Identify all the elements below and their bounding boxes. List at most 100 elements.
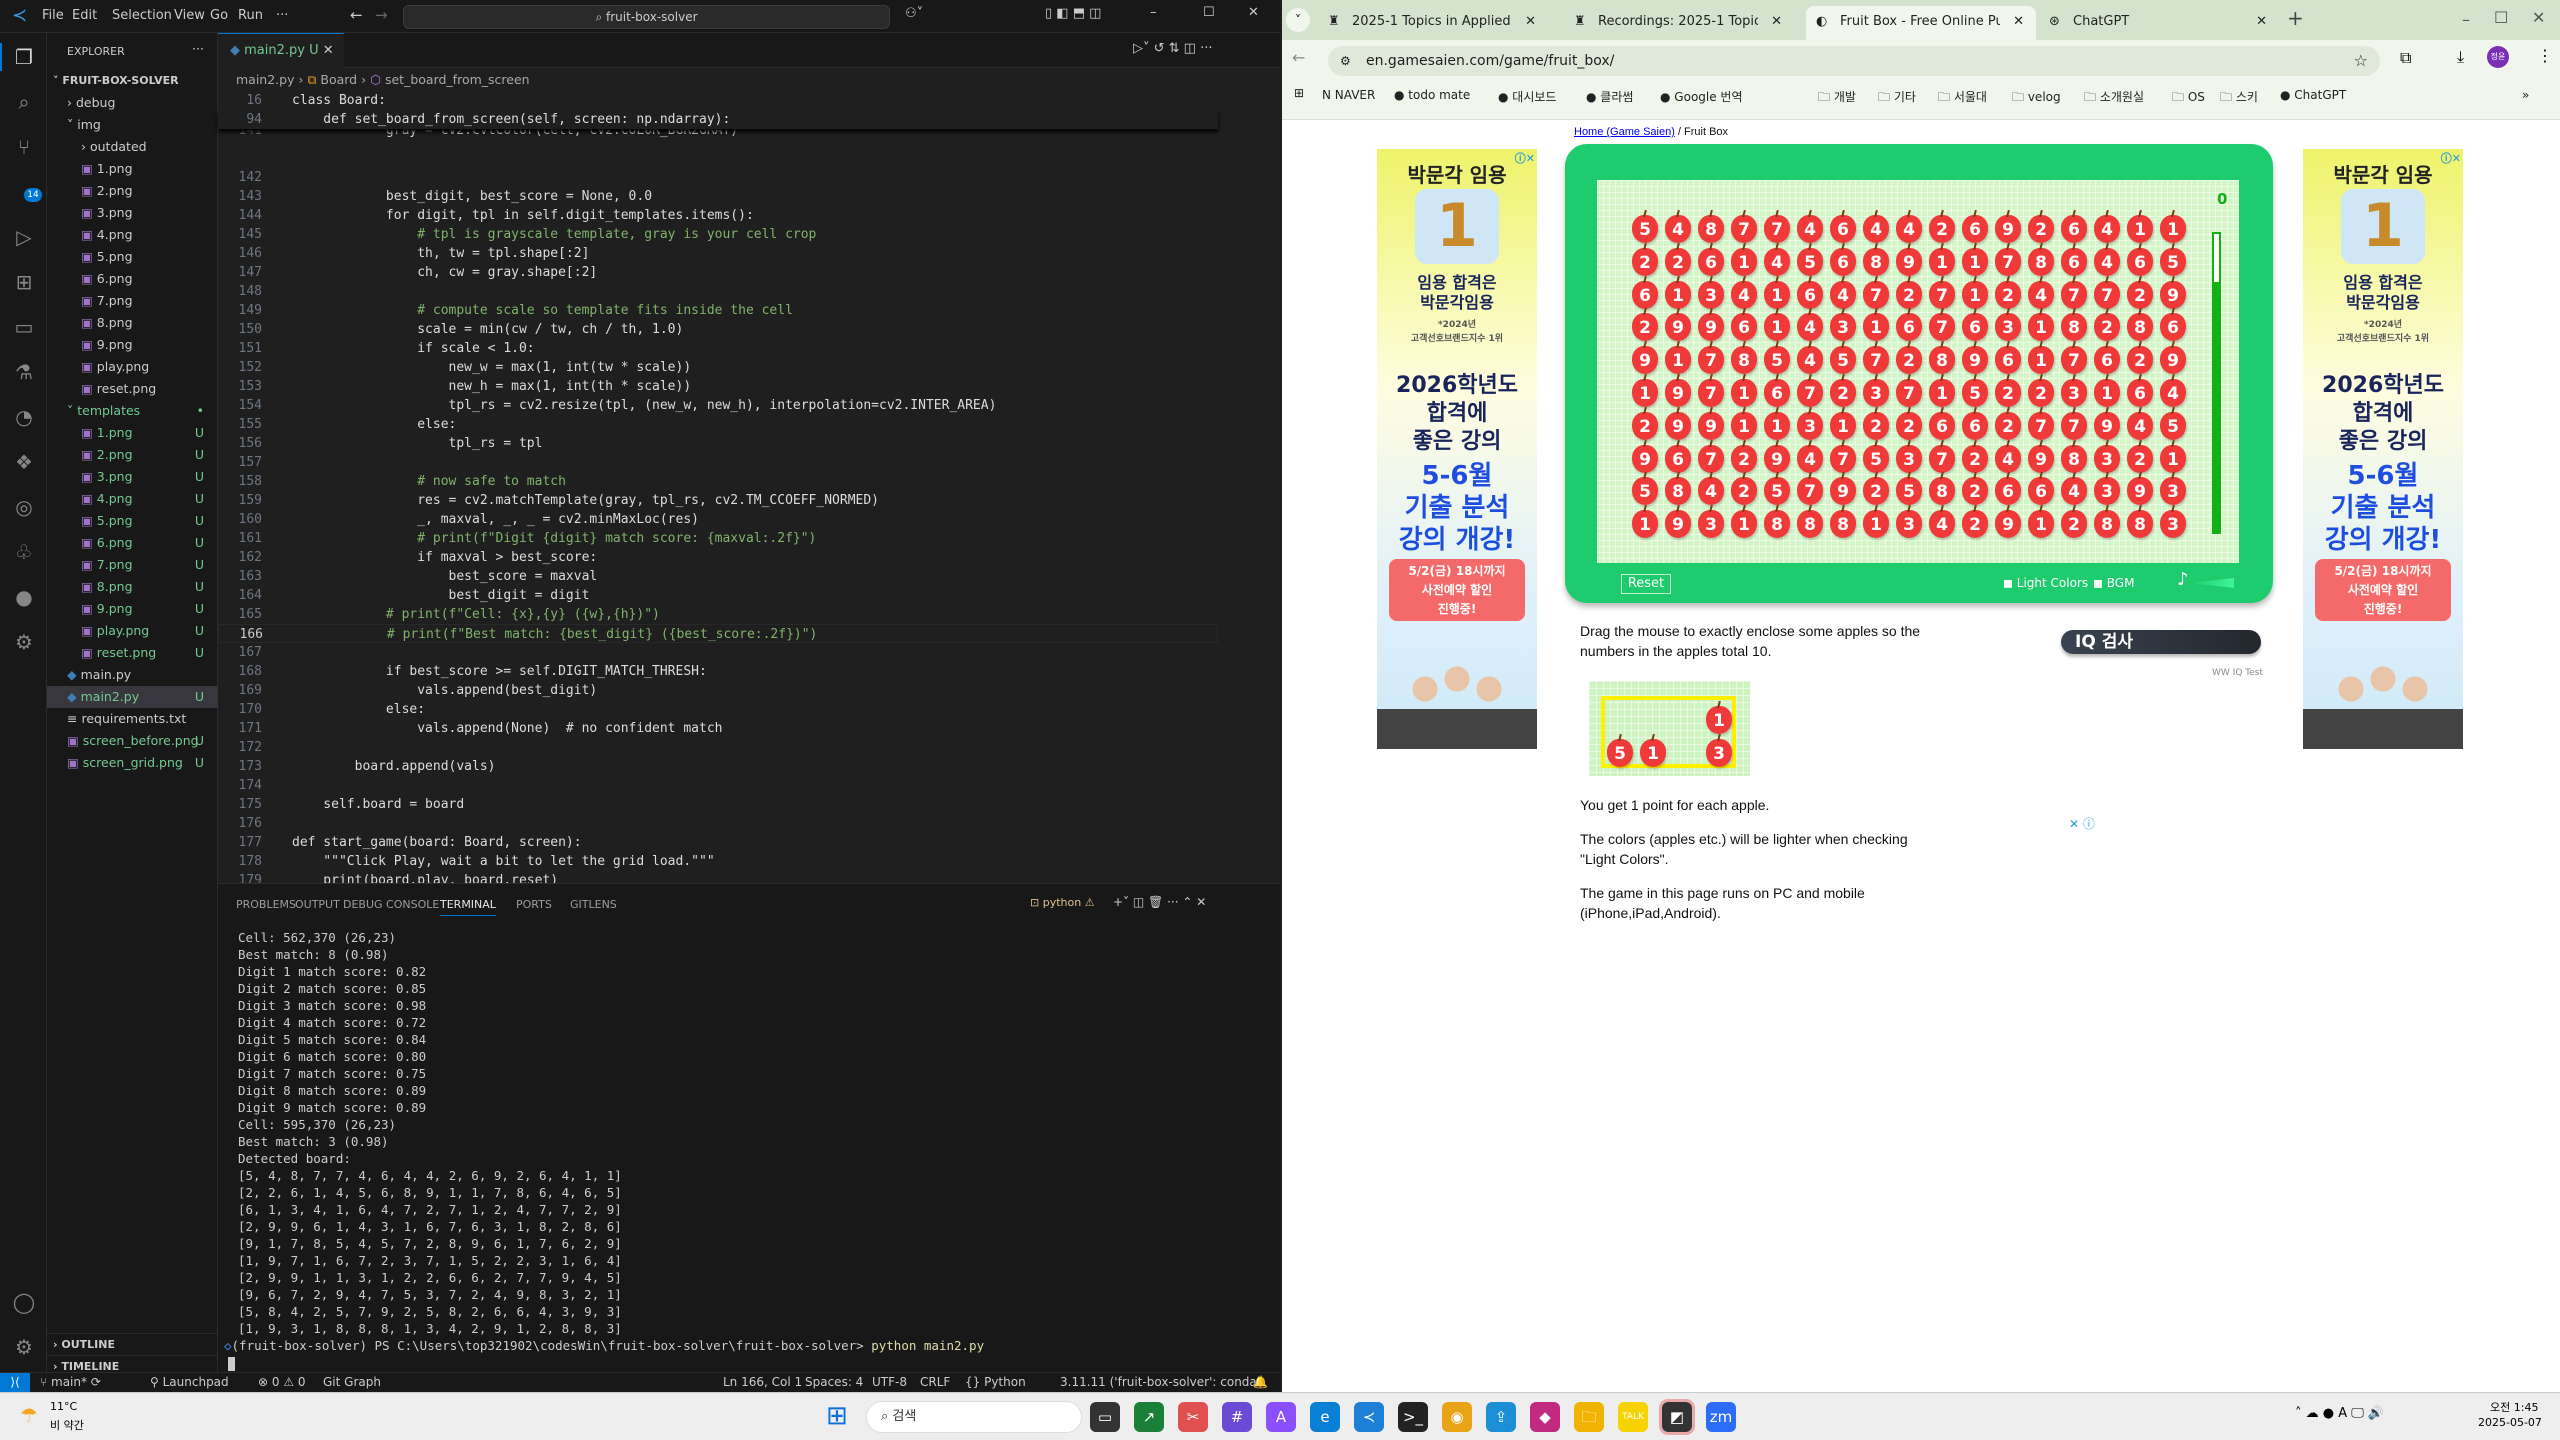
tree-item[interactable]: ▣ 3.png U [47,466,218,488]
apple[interactable]: 2 [1830,379,1856,407]
apple[interactable]: 2 [1962,477,1988,506]
code-line[interactable]: 169 vals.append(best_digit) [218,681,1218,700]
tree-item[interactable]: ◆ main2.py U [47,686,218,708]
notifications-icon[interactable]: 🔔 [1253,1373,1268,1392]
terminal-icon[interactable]: >_ [1398,1402,1428,1432]
apple[interactable]: 2 [1731,477,1757,506]
status-item[interactable]: CRLF [920,1373,950,1392]
code-line[interactable]: 177 def start_game(board: Board, screen): [218,833,1218,852]
close-button[interactable]: ✕ [1248,5,1259,20]
bookmark-item[interactable]: ● todo mate [1394,88,1470,102]
apple[interactable]: 9 [2160,280,2186,309]
apple[interactable]: 7 [1929,280,1955,309]
apple[interactable]: 6 [1995,477,2021,506]
code-line[interactable]: 164 best_digit = digit [218,586,1218,605]
code-line[interactable]: 147 ch, cw = gray.shape[:2] [218,263,1218,282]
bookmark-item[interactable]: 🗀 기타 [1878,88,1916,109]
slack-icon[interactable]: # [1222,1402,1252,1432]
ad-close-icon[interactable]: ✕ ⓘ [2069,815,2095,832]
apple[interactable]: 9 [1995,215,2021,243]
github-icon[interactable]: ● [10,583,38,611]
apple[interactable]: 4 [2094,215,2120,243]
apple[interactable]: 3 [1797,411,1823,440]
new-tab-button[interactable]: + [2287,6,2304,30]
apple[interactable]: 4 [1797,215,1823,243]
apple[interactable]: 2 [1632,247,1658,276]
apple[interactable]: 7 [1929,313,1955,342]
remote-icon[interactable]: ⟩⟨ [0,1373,30,1392]
extensions-icon[interactable]: ⧉ [2400,48,2411,68]
apple[interactable]: 2 [1896,346,1922,375]
apple[interactable]: 2 [2127,444,2153,473]
apple[interactable]: 7 [2094,280,2120,309]
apple[interactable]: 6 [1929,411,1955,440]
editor-actions[interactable]: ▷˅ ↺ ⇅ ◫ ··· [1133,41,1213,56]
kakaotalk-icon[interactable]: TALK [1618,1402,1648,1432]
apple[interactable]: 1 [1830,411,1856,440]
code-line[interactable]: 158 # now safe to match [218,472,1218,491]
apple[interactable]: 8 [1863,247,1889,276]
home-link[interactable]: Home (Game Saien) [1574,126,1675,138]
explorer-icon[interactable]: ❐ [0,43,46,71]
apple[interactable]: 1 [1731,411,1757,440]
apple[interactable]: 6 [1830,215,1856,243]
tree-item[interactable]: ▣ screen_before.png U [47,730,218,752]
apple[interactable]: 1 [2127,215,2153,243]
address-bar[interactable]: ⚙ en.gamesaien.com/game/fruit_box/ ☆ [1328,46,2380,76]
copilot-icon[interactable]: ⚇˅ [905,6,923,21]
start-button[interactable]: ⊞ [826,1402,848,1430]
terminal-prompt[interactable]: ◇(fruit-box-solver) PS C:\Users\top32190… [224,1337,984,1354]
apple[interactable]: 9 [1698,411,1724,440]
apple[interactable]: 8 [1731,346,1757,375]
bookmark-item[interactable]: ● 대시보드 [1498,88,1556,105]
apple[interactable]: 8 [1698,215,1724,243]
apple[interactable]: 2 [1995,379,2021,407]
apple[interactable]: 1 [1665,346,1691,375]
source-control-icon[interactable]: ⑂ [10,133,38,161]
apple[interactable]: 7 [2028,411,2054,440]
apple[interactable]: 6 [1962,411,1988,440]
tree-item[interactable]: ▣ 9.png U [47,598,218,620]
tree-item[interactable]: ▣ play.png [47,356,218,378]
apple[interactable]: 7 [2061,280,2087,309]
apple[interactable]: 1 [2094,379,2120,407]
apple[interactable]: 6 [1731,313,1757,342]
apple[interactable]: 5 [1962,379,1988,407]
task-view-icon[interactable]: ▭ [1090,1402,1120,1432]
command-center[interactable]: ⌕ fruit-box-solver [403,5,890,29]
apple[interactable]: 6 [1797,280,1823,309]
taskbar-search[interactable]: ⌕ 검색 [866,1401,1082,1433]
clock-time[interactable]: 오전 1:45 [2490,1399,2538,1415]
apple[interactable]: 2 [2094,313,2120,342]
apple[interactable]: 6 [2094,346,2120,375]
code-line[interactable]: 170 else: [218,700,1218,719]
apple[interactable]: 8 [1929,477,1955,506]
apple[interactable]: 4 [1731,280,1757,309]
game-board[interactable]: 0 54877464426926411226145689117864656134… [1597,180,2239,563]
apple[interactable]: 1 [1665,280,1691,309]
apple[interactable]: 5 [1764,346,1790,375]
apple[interactable]: 9 [2094,411,2120,440]
apple[interactable]: 3 [2094,477,2120,506]
download-icon[interactable]: ⤓ [2457,47,2464,67]
apple[interactable]: 9 [1632,346,1658,375]
apple[interactable]: 9 [1665,411,1691,440]
close-button[interactable]: ✕ [2532,8,2545,27]
apple[interactable]: 8 [1665,477,1691,506]
sticky-scroll-line[interactable]: 16 class Board: [218,91,1218,110]
git-graph-icon[interactable]: ◔ [10,403,38,431]
close-tab-icon[interactable]: ✕ [323,43,334,58]
apple[interactable]: 9 [2160,346,2186,375]
code-line[interactable]: 161 # print(f"Digit {digit} match score:… [218,529,1218,548]
search-icon[interactable]: ⌕ [10,88,38,116]
gitlens-icon[interactable]: ◎ [10,493,38,521]
menu-view[interactable]: View [174,8,205,23]
code-line[interactable]: 151 if scale < 1.0: [218,339,1218,358]
outline-section[interactable]: › OUTLINE [47,1333,218,1355]
tree-item[interactable]: ▣ 8.png [47,312,218,334]
tree-item[interactable]: ▣ play.png U [47,620,218,642]
volume-slider[interactable] [2190,578,2234,588]
tree-item[interactable]: ◆ main.py [47,664,218,686]
bookmark-star-icon[interactable]: ☆ [2354,46,2368,76]
apple[interactable]: 9 [1764,444,1790,473]
